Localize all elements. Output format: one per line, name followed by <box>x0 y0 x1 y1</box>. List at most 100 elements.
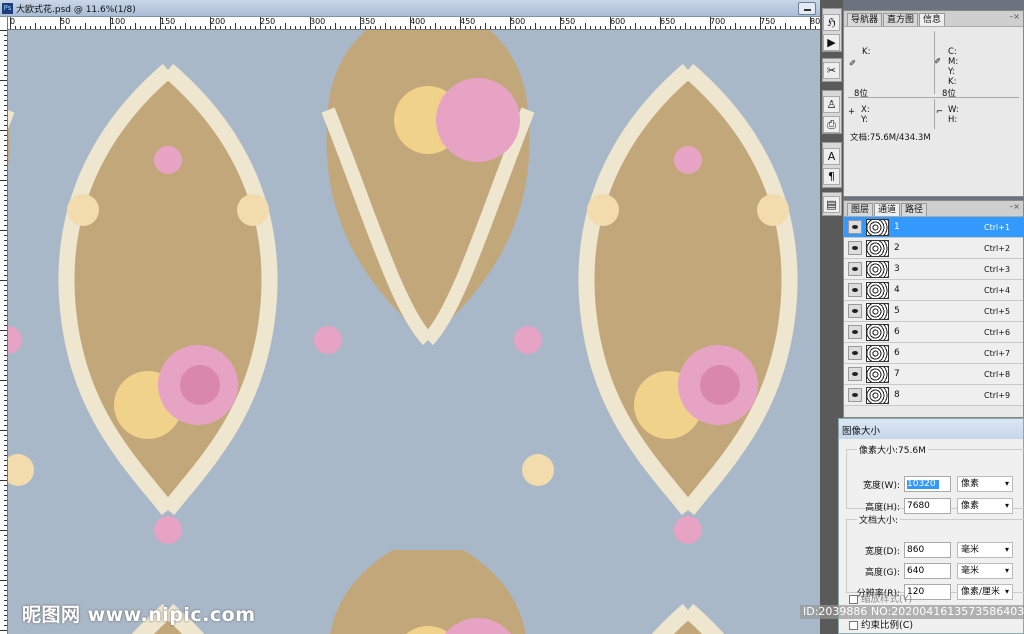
ruler-tick <box>320 26 321 29</box>
channel-row[interactable]: 6 Ctrl+6 <box>844 322 1023 343</box>
actions-icon[interactable]: ▶ <box>823 34 840 51</box>
width-input[interactable] <box>904 476 951 492</box>
channel-thumbnail <box>866 302 889 320</box>
ruler-label: 150 <box>160 17 176 26</box>
channel-name: 4 <box>894 285 900 295</box>
channel-row[interactable]: 2 Ctrl+2 <box>844 238 1023 259</box>
visibility-eye-icon[interactable] <box>848 388 862 402</box>
channel-row[interactable]: 1 Ctrl+1 <box>844 217 1023 238</box>
ruler-tick <box>45 26 46 29</box>
ruler-tick <box>4 290 7 291</box>
height-unit-select[interactable]: 像素 <box>957 498 1013 514</box>
ruler-tick <box>710 17 711 29</box>
ruler-tick <box>420 26 421 29</box>
visibility-eye-icon[interactable] <box>848 262 862 276</box>
visibility-eye-icon[interactable] <box>848 325 862 339</box>
damask-pattern-image <box>8 30 820 634</box>
minimize-button[interactable] <box>798 2 816 15</box>
visibility-eye-icon[interactable] <box>848 367 862 381</box>
doc-width-unit-select[interactable]: 毫米 <box>957 542 1013 558</box>
channel-row[interactable]: 7 Ctrl+8 <box>844 364 1023 385</box>
ruler-tick <box>160 17 161 29</box>
tab-paths[interactable]: 路径 <box>901 203 928 216</box>
ruler-tick <box>4 385 7 386</box>
ruler-tick <box>290 26 291 29</box>
ruler-tick <box>4 370 7 371</box>
visibility-eye-icon[interactable] <box>848 220 862 234</box>
tab-channels[interactable]: 通道 <box>874 203 901 216</box>
ruler-tick <box>0 530 7 531</box>
channel-row[interactable]: 5 Ctrl+5 <box>844 301 1023 322</box>
brushes-icon[interactable]: ⎙ <box>823 116 840 133</box>
horizontal-ruler[interactable]: 0 50 100 150 200 250 300 350 400 450 500 550 600 650 7… <box>8 17 820 30</box>
tab-navigator[interactable]: 导航器 <box>847 13 883 26</box>
height-input[interactable] <box>904 498 951 514</box>
tab-histogram[interactable]: 直方图 <box>883 13 919 26</box>
ruler-tick <box>4 375 7 376</box>
scale-styles-label: 缩放样式(Y) <box>861 594 913 605</box>
ruler-tick <box>0 480 7 481</box>
scale-styles-checkbox[interactable]: 缩放样式(Y) <box>849 594 912 605</box>
ruler-tick <box>510 17 511 29</box>
character-icon[interactable]: A <box>823 148 840 165</box>
visibility-eye-icon[interactable] <box>848 283 862 297</box>
paragraph-icon[interactable]: ¶ <box>823 168 840 185</box>
ruler-tick <box>675 26 676 29</box>
tab-info[interactable]: 信息 <box>919 13 946 26</box>
layer-comps-icon[interactable]: ▤ <box>823 196 840 213</box>
visibility-eye-icon[interactable] <box>848 346 862 360</box>
channel-row[interactable]: 3 Ctrl+3 <box>844 259 1023 280</box>
width-unit-select[interactable]: 像素 <box>957 476 1013 492</box>
ruler-tick <box>755 26 756 29</box>
channel-row[interactable]: 6 Ctrl+7 <box>844 343 1023 364</box>
ruler-tick <box>4 625 7 626</box>
ruler-tick <box>4 220 7 221</box>
ruler-tick <box>500 26 501 29</box>
ruler-tick <box>760 17 761 29</box>
ruler-tick <box>135 23 136 29</box>
ruler-tick <box>4 605 7 606</box>
ruler-tick <box>285 23 286 29</box>
panel-menu-icon[interactable]: –× <box>1009 202 1020 211</box>
ruler-tick <box>640 26 641 29</box>
visibility-eye-icon[interactable] <box>848 241 862 255</box>
constrain-proportions-checkbox[interactable]: 约束比例(C) <box>849 620 913 631</box>
clone-source-icon[interactable]: ♙ <box>823 96 840 113</box>
channel-row[interactable]: 4 Ctrl+4 <box>844 280 1023 301</box>
ruler-tick <box>185 23 186 29</box>
ruler-tick <box>195 26 196 29</box>
ruler-tick <box>4 560 7 561</box>
ruler-tick <box>4 500 7 501</box>
panel-menu-icon[interactable]: –× <box>1009 12 1020 21</box>
vertical-ruler[interactable] <box>0 17 8 634</box>
channel-name: 5 <box>894 306 900 316</box>
ruler-tick <box>4 50 7 51</box>
tool-presets-icon[interactable]: ✂ <box>823 62 840 79</box>
document-canvas[interactable]: 昵图网 www.nipic.com <box>8 30 820 634</box>
tab-layers[interactable]: 图层 <box>847 203 874 216</box>
doc-height-input[interactable] <box>904 563 951 579</box>
ruler-tick <box>4 190 7 191</box>
ruler-label: 100 <box>110 17 126 26</box>
history-icon[interactable]: ℌ <box>823 14 840 31</box>
resolution-unit-select[interactable]: 像素/厘米 <box>957 584 1013 600</box>
ruler-tick <box>145 26 146 29</box>
channel-shortcut: Ctrl+3 <box>984 264 1011 274</box>
ruler-tick <box>4 185 7 186</box>
ruler-tick <box>635 23 636 29</box>
ruler-tick <box>425 26 426 29</box>
ruler-tick <box>680 26 681 29</box>
doc-width-input[interactable] <box>904 542 951 558</box>
ruler-tick <box>150 26 151 29</box>
document-title: 大欧式花.psd @ 11.6%(1/8) <box>16 4 136 15</box>
ruler-tick <box>315 26 316 29</box>
ruler-tick <box>605 26 606 29</box>
ruler-tick <box>785 23 786 29</box>
ruler-tick <box>4 40 7 41</box>
ruler-tick <box>780 26 781 29</box>
channel-row[interactable]: 8 Ctrl+9 <box>844 385 1023 406</box>
ruler-tick <box>690 26 691 29</box>
ruler-tick <box>770 26 771 29</box>
visibility-eye-icon[interactable] <box>848 304 862 318</box>
doc-height-unit-select[interactable]: 毫米 <box>957 563 1013 579</box>
